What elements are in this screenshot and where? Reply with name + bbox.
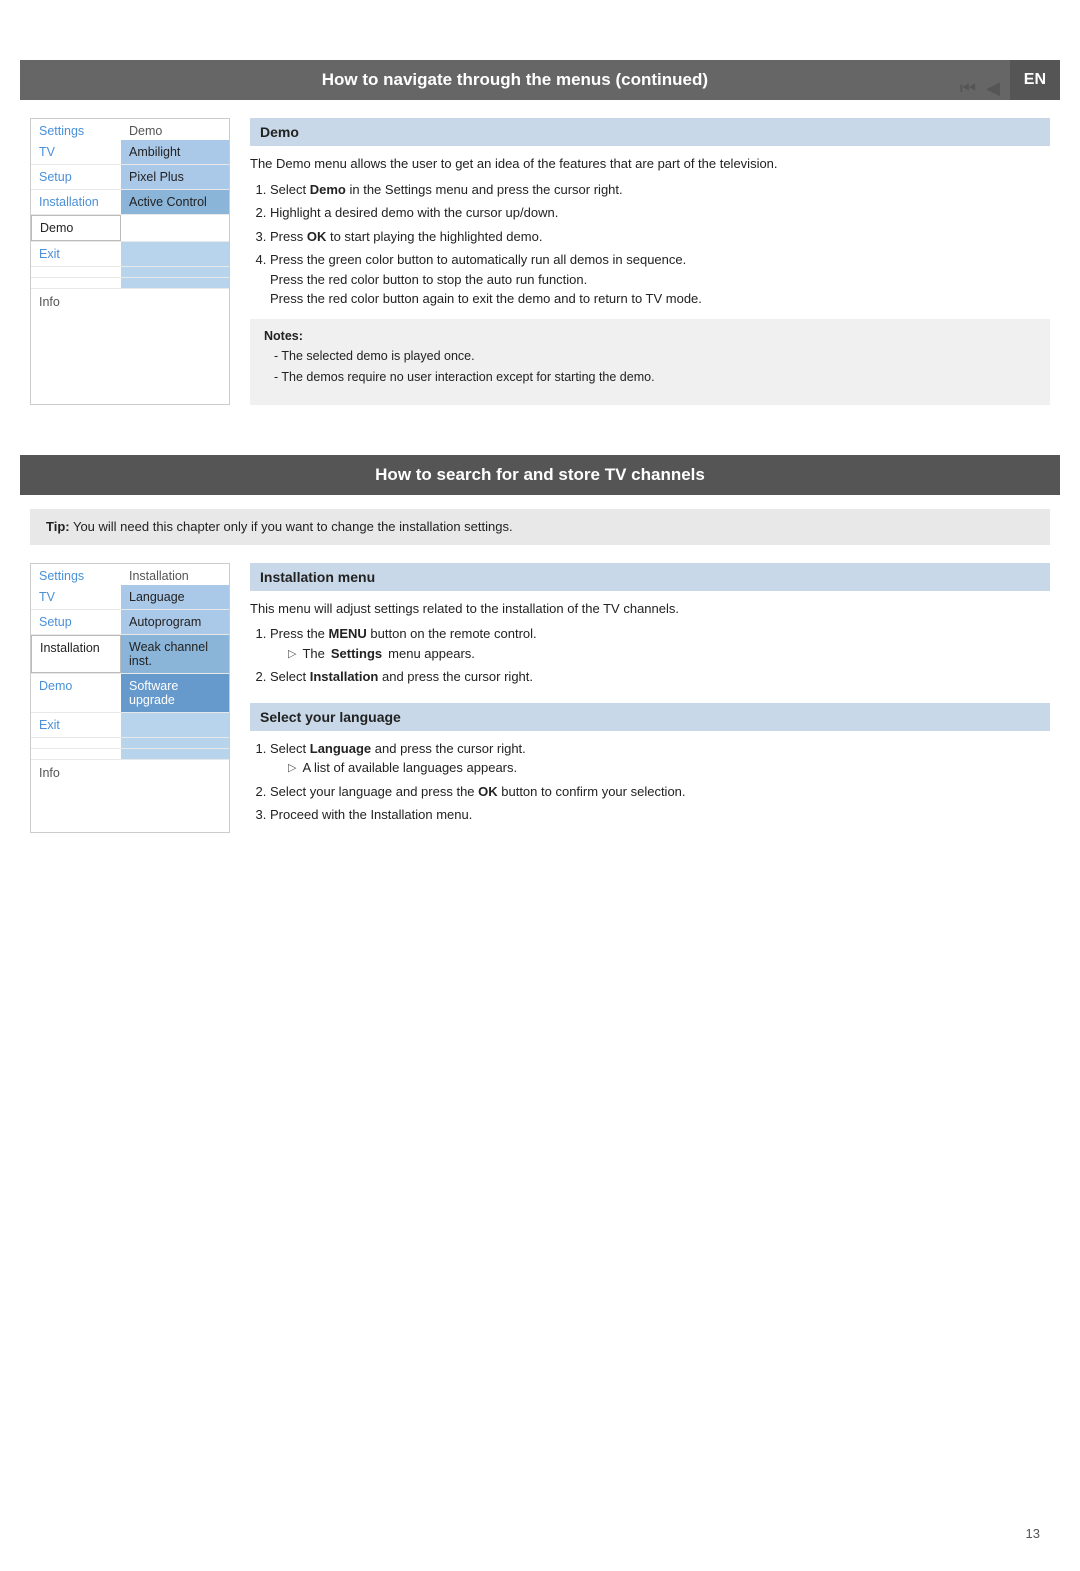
menu1-setup-label: Setup (31, 165, 121, 189)
menu1-info-label: Info (39, 295, 60, 309)
language-step-1: Select Language and press the cursor rig… (270, 739, 1050, 778)
menu2-installation-selected: Installation (31, 635, 121, 673)
section1-menu-box: Settings Demo TV Ambilight Setup Pixel P… (30, 118, 230, 405)
menu2-setup-label: Setup (31, 610, 121, 634)
menu2-language: Language (121, 585, 229, 609)
section-navigate-menus: How to navigate through the menus (conti… (0, 60, 1080, 405)
nav-icons: ⏮ ◀ ▶ ⏭ (960, 78, 1050, 99)
installation-description: This menu will adjust settings related t… (250, 599, 1050, 619)
section1-right-content: Demo The Demo menu allows the user to ge… (250, 118, 1050, 405)
demo-section-label: Demo (250, 118, 1050, 146)
menu2-settings-label: Settings (39, 569, 129, 583)
demo-extra-1: Press the red color button to stop the a… (270, 272, 587, 287)
menu2-empty1-left (31, 738, 121, 748)
menu1-ambilight: Ambilight (121, 140, 229, 164)
menu2-demo-label: Demo (31, 674, 121, 712)
demo-step-3: Press OK to start playing the highlighte… (270, 227, 1050, 247)
menu1-row-empty2 (31, 278, 229, 289)
menu2-row-exit: Exit (31, 713, 229, 738)
menu1-installation-label: Installation (31, 190, 121, 214)
language-step-1-sub: A list of available languages appears. (288, 758, 1050, 778)
menu2-title-row: Settings Installation (31, 564, 229, 585)
menu2-empty2-left (31, 749, 121, 759)
section-search-store-channels: How to search for and store TV channels … (0, 455, 1080, 833)
section1-title: How to navigate through the menus (conti… (20, 60, 1010, 100)
menu1-settings-label: Settings (39, 124, 129, 138)
section2-header: How to search for and store TV channels (20, 455, 1060, 495)
menu2-row-demo: Demo Software upgrade (31, 674, 229, 713)
menu2-info-label: Info (39, 766, 60, 780)
menu1-row-setup: Setup Pixel Plus (31, 165, 229, 190)
menu2-info-row: Info (31, 760, 229, 786)
menu2-weak-channel: Weak channel inst. (121, 635, 229, 673)
menu1-tv-label: TV (31, 140, 121, 164)
menu2-row-installation: Installation Weak channel inst. (31, 635, 229, 674)
menu1-demo-selected: Demo (31, 215, 121, 241)
section2-menu-box: Settings Installation TV Language Setup … (30, 563, 230, 833)
menu1-empty1-left (31, 267, 121, 277)
menu2-row-tv: TV Language (31, 585, 229, 610)
demo-step-2: Highlight a desired demo with the cursor… (270, 203, 1050, 223)
demo-description: The Demo menu allows the user to get an … (250, 154, 1050, 174)
nav-skip-back-icon[interactable]: ⏮ (960, 78, 976, 99)
menu2-row-setup: Setup Autoprogram (31, 610, 229, 635)
select-language-label: Select your language (250, 703, 1050, 731)
installation-step-2: Select Installation and press the cursor… (270, 667, 1050, 687)
menu2-exit-right (121, 713, 229, 737)
menu2-installation-title: Installation (129, 569, 221, 583)
nav-prev-icon[interactable]: ◀ (986, 78, 1000, 99)
menu1-exit-label: Exit (31, 242, 121, 266)
section1-header-row: How to navigate through the menus (conti… (20, 60, 1060, 100)
section2-content: Settings Installation TV Language Setup … (30, 563, 1050, 833)
menu1-demo-title: Demo (129, 124, 221, 138)
menu1-row-demo: Demo (31, 215, 229, 242)
language-step-2: Select your language and press the OK bu… (270, 782, 1050, 802)
language-step-3: Proceed with the Installation menu. (270, 805, 1050, 825)
menu1-demo-right (121, 215, 229, 241)
menu2-exit-label: Exit (31, 713, 121, 737)
language-steps-list: Select Language and press the cursor rig… (270, 739, 1050, 825)
demo-steps-list: Select Demo in the Settings menu and pre… (270, 180, 1050, 309)
menu1-exit-right (121, 242, 229, 266)
demo-notes-box: Notes: The selected demo is played once.… (250, 319, 1050, 406)
installation-step-1: Press the MENU button on the remote cont… (270, 624, 1050, 663)
menu2-tv-label: TV (31, 585, 121, 609)
menu1-active-control: Active Control (121, 190, 229, 214)
note-1: The selected demo is played once. (274, 347, 1036, 366)
section1-content: Settings Demo TV Ambilight Setup Pixel P… (30, 118, 1050, 405)
installation-menu-label: Installation menu (250, 563, 1050, 591)
notes-label: Notes: (264, 329, 1036, 343)
menu1-title-row: Settings Demo (31, 119, 229, 140)
section2-right-content: Installation menu This menu will adjust … (250, 563, 1050, 833)
demo-extra-2: Press the red color button again to exit… (270, 291, 702, 306)
demo-step-4: Press the green color button to automati… (270, 250, 1050, 309)
menu2-software-upgrade: Software upgrade (121, 674, 229, 712)
nav-next-icon[interactable]: ▶ (1010, 78, 1024, 99)
menu2-row-empty2 (31, 749, 229, 760)
tip-box: Tip: You will need this chapter only if … (30, 509, 1050, 545)
menu1-row-empty1 (31, 267, 229, 278)
nav-skip-forward-icon[interactable]: ⏭ (1034, 78, 1050, 99)
tip-label: Tip: You will need this chapter only if … (46, 519, 513, 534)
menu2-row-empty1 (31, 738, 229, 749)
installation-steps-list: Press the MENU button on the remote cont… (270, 624, 1050, 687)
notes-list: The selected demo is played once. The de… (274, 347, 1036, 388)
menu1-empty2-left (31, 278, 121, 288)
menu1-empty2-right (121, 278, 229, 288)
installation-step-1-sub: The Settings menu appears. (288, 644, 1050, 664)
menu2-empty2-right (121, 749, 229, 759)
menu1-empty1-right (121, 267, 229, 277)
menu1-row-exit: Exit (31, 242, 229, 267)
menu1-pixelplus: Pixel Plus (121, 165, 229, 189)
menu1-row-installation: Installation Active Control (31, 190, 229, 215)
demo-step-1: Select Demo in the Settings menu and pre… (270, 180, 1050, 200)
page-number: 13 (1026, 1526, 1040, 1541)
menu2-autoprogram: Autoprogram (121, 610, 229, 634)
menu1-row-tv: TV Ambilight (31, 140, 229, 165)
menu1-info-row: Info (31, 289, 229, 315)
menu2-empty1-right (121, 738, 229, 748)
note-2: The demos require no user interaction ex… (274, 368, 1036, 387)
